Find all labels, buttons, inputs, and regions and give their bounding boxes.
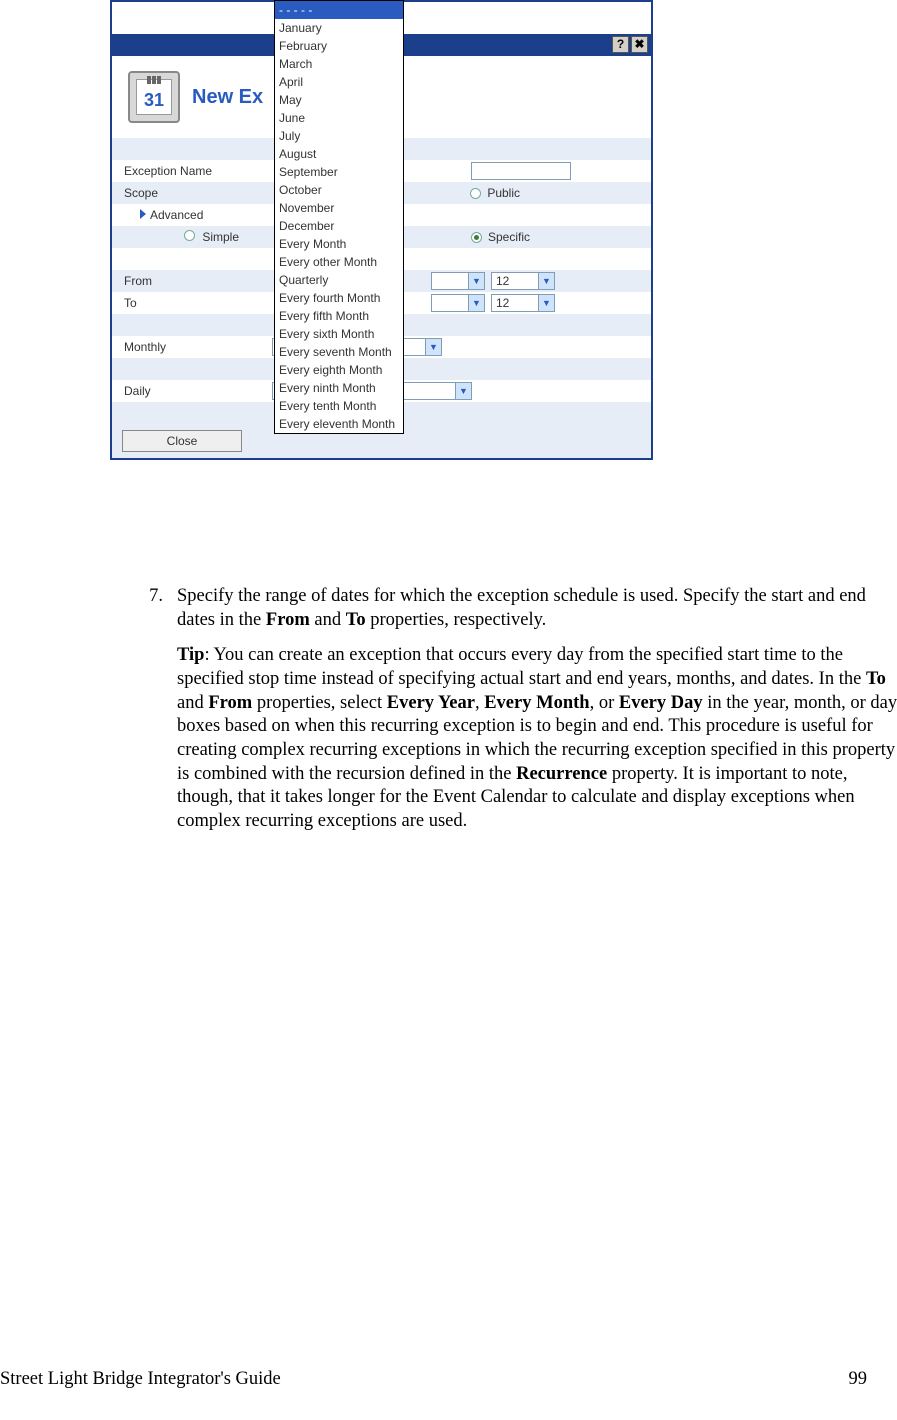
step-number: 7. <box>135 585 177 834</box>
dropdown-option[interactable]: December <box>275 217 403 235</box>
dropdown-option[interactable]: January <box>275 19 403 37</box>
footer-title: Street Light Bridge Integrator's Guide <box>0 1369 281 1390</box>
dropdown-option[interactable]: Every other Month <box>275 253 403 271</box>
dropdown-option[interactable]: June <box>275 109 403 127</box>
dropdown-option[interactable]: Every tenth Month <box>275 397 403 415</box>
radio-simple[interactable] <box>184 230 195 241</box>
instruction-text: 7. Specify the range of dates for which … <box>135 585 897 848</box>
dropdown-option[interactable]: Quarterly <box>275 271 403 289</box>
chevron-down-icon: ▼ <box>538 295 554 311</box>
dropdown-option[interactable]: Every ninth Month <box>275 379 403 397</box>
dropdown-option[interactable]: November <box>275 199 403 217</box>
dropdown-option[interactable]: Every fourth Month <box>275 289 403 307</box>
close-icon[interactable]: ✖ <box>631 36 648 53</box>
dropdown-option[interactable]: March <box>275 55 403 73</box>
dropdown-option[interactable]: April <box>275 73 403 91</box>
chevron-down-icon: ▼ <box>425 339 441 355</box>
chevron-down-icon: ▼ <box>468 273 484 289</box>
dialog-title: New Ex <box>192 86 263 109</box>
row-simple-specific: Simple <box>112 230 272 244</box>
dropdown-option[interactable]: July <box>275 127 403 145</box>
label-daily: Daily <box>112 384 272 398</box>
from-select-2[interactable]: ▼ <box>431 272 485 290</box>
dropdown-option[interactable]: September <box>275 163 403 181</box>
dropdown-option[interactable]: Every sixth Month <box>275 325 403 343</box>
label-exception-name: Exception Name <box>112 164 272 178</box>
label-simple: Simple <box>202 230 239 244</box>
exception-dialog: - - - - -JanuaryFebruaryMarchAprilMayJun… <box>110 0 653 460</box>
dropdown-option[interactable]: - - - - - <box>275 1 403 19</box>
dropdown-option[interactable]: August <box>275 145 403 163</box>
expand-icon <box>140 209 146 219</box>
to-select-2[interactable]: ▼ <box>431 294 485 312</box>
dropdown-option[interactable]: Every fifth Month <box>275 307 403 325</box>
label-scope: Scope <box>112 186 272 200</box>
help-icon[interactable]: ? <box>612 36 629 53</box>
dropdown-option[interactable]: February <box>275 37 403 55</box>
dropdown-option[interactable]: Every eleventh Month <box>275 415 403 433</box>
chevron-down-icon: ▼ <box>468 295 484 311</box>
calendar-icon: 31 <box>128 71 180 123</box>
radio-public[interactable] <box>470 188 481 199</box>
label-advanced[interactable]: Advanced <box>112 208 272 222</box>
dropdown-option[interactable]: Every eighth Month <box>275 361 403 379</box>
page-footer: Street Light Bridge Integrator's Guide 9… <box>0 1369 897 1390</box>
label-monthly: Monthly <box>112 340 272 354</box>
close-button[interactable]: Close <box>122 430 242 452</box>
dropdown-option[interactable]: October <box>275 181 403 199</box>
calendar-icon-day: 31 <box>137 90 171 111</box>
label-public: Public <box>487 186 520 200</box>
to-select-3[interactable]: 12▼ <box>491 294 555 312</box>
chevron-down-icon: ▼ <box>538 273 554 289</box>
dropdown-option[interactable]: Every seventh Month <box>275 343 403 361</box>
from-select-3[interactable]: 12▼ <box>491 272 555 290</box>
footer-page-number: 99 <box>849 1369 868 1390</box>
chevron-down-icon: ▼ <box>455 383 471 399</box>
label-from: From <box>112 274 272 288</box>
dropdown-option[interactable]: Every Month <box>275 235 403 253</box>
exception-name-input[interactable] <box>471 162 571 180</box>
label-to: To <box>112 296 272 310</box>
radio-specific[interactable] <box>471 232 482 243</box>
month-dropdown-list[interactable]: - - - - -JanuaryFebruaryMarchAprilMayJun… <box>274 0 404 434</box>
dropdown-option[interactable]: May <box>275 91 403 109</box>
label-specific: Specific <box>488 230 530 244</box>
